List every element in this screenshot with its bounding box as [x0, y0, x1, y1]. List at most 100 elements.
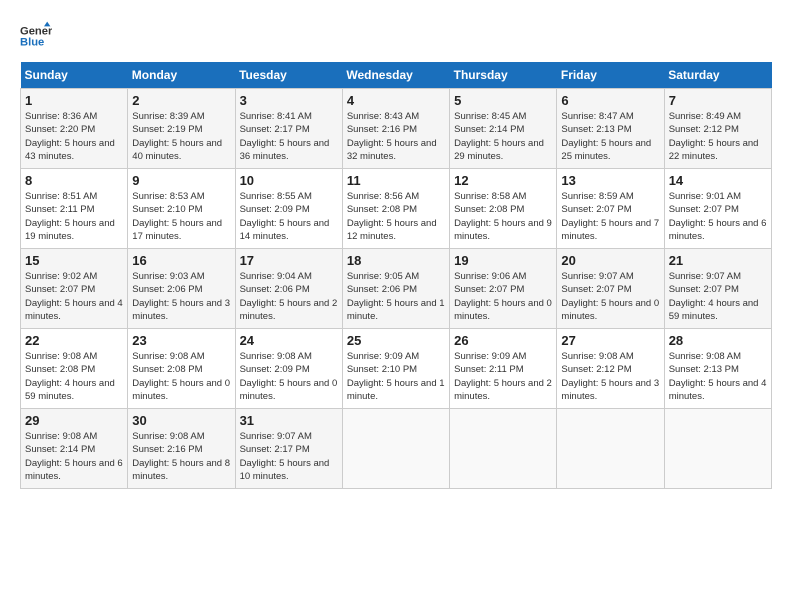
- day-info: Sunrise: 8:51 AM Sunset: 2:11 PM Dayligh…: [25, 190, 123, 243]
- day-info: Sunrise: 9:04 AM Sunset: 2:06 PM Dayligh…: [240, 270, 338, 323]
- day-info: Sunrise: 8:53 AM Sunset: 2:10 PM Dayligh…: [132, 190, 230, 243]
- day-info: Sunrise: 9:09 AM Sunset: 2:11 PM Dayligh…: [454, 350, 552, 403]
- day-number: 13: [561, 173, 659, 188]
- day-number: 31: [240, 413, 338, 428]
- day-info: Sunrise: 8:55 AM Sunset: 2:09 PM Dayligh…: [240, 190, 338, 243]
- day-number: 1: [25, 93, 123, 108]
- calendar-day: 4 Sunrise: 8:43 AM Sunset: 2:16 PM Dayli…: [342, 89, 449, 169]
- day-number: 5: [454, 93, 552, 108]
- day-info: Sunrise: 9:01 AM Sunset: 2:07 PM Dayligh…: [669, 190, 767, 243]
- calendar-day: 11 Sunrise: 8:56 AM Sunset: 2:08 PM Dayl…: [342, 169, 449, 249]
- day-number: 3: [240, 93, 338, 108]
- calendar-week: 29 Sunrise: 9:08 AM Sunset: 2:14 PM Dayl…: [21, 409, 772, 489]
- day-info: Sunrise: 8:58 AM Sunset: 2:08 PM Dayligh…: [454, 190, 552, 243]
- calendar-week: 15 Sunrise: 9:02 AM Sunset: 2:07 PM Dayl…: [21, 249, 772, 329]
- calendar-day: 23 Sunrise: 9:08 AM Sunset: 2:08 PM Dayl…: [128, 329, 235, 409]
- page-header: General Blue: [20, 20, 772, 52]
- calendar-week: 8 Sunrise: 8:51 AM Sunset: 2:11 PM Dayli…: [21, 169, 772, 249]
- day-number: 26: [454, 333, 552, 348]
- day-info: Sunrise: 8:45 AM Sunset: 2:14 PM Dayligh…: [454, 110, 552, 163]
- col-saturday: Saturday: [664, 62, 771, 89]
- day-info: Sunrise: 8:43 AM Sunset: 2:16 PM Dayligh…: [347, 110, 445, 163]
- day-number: 7: [669, 93, 767, 108]
- day-info: Sunrise: 8:39 AM Sunset: 2:19 PM Dayligh…: [132, 110, 230, 163]
- calendar-day: 9 Sunrise: 8:53 AM Sunset: 2:10 PM Dayli…: [128, 169, 235, 249]
- day-number: 11: [347, 173, 445, 188]
- day-number: 28: [669, 333, 767, 348]
- day-info: Sunrise: 9:08 AM Sunset: 2:13 PM Dayligh…: [669, 350, 767, 403]
- empty-cell: [342, 409, 449, 489]
- calendar-day: 7 Sunrise: 8:49 AM Sunset: 2:12 PM Dayli…: [664, 89, 771, 169]
- calendar-day: 1 Sunrise: 8:36 AM Sunset: 2:20 PM Dayli…: [21, 89, 128, 169]
- calendar-table: Sunday Monday Tuesday Wednesday Thursday…: [20, 62, 772, 489]
- calendar-day: 8 Sunrise: 8:51 AM Sunset: 2:11 PM Dayli…: [21, 169, 128, 249]
- calendar-day: 22 Sunrise: 9:08 AM Sunset: 2:08 PM Dayl…: [21, 329, 128, 409]
- calendar-day: 6 Sunrise: 8:47 AM Sunset: 2:13 PM Dayli…: [557, 89, 664, 169]
- day-number: 20: [561, 253, 659, 268]
- day-info: Sunrise: 8:36 AM Sunset: 2:20 PM Dayligh…: [25, 110, 123, 163]
- day-number: 17: [240, 253, 338, 268]
- calendar-day: 25 Sunrise: 9:09 AM Sunset: 2:10 PM Dayl…: [342, 329, 449, 409]
- day-info: Sunrise: 9:07 AM Sunset: 2:17 PM Dayligh…: [240, 430, 338, 483]
- col-tuesday: Tuesday: [235, 62, 342, 89]
- calendar-day: 3 Sunrise: 8:41 AM Sunset: 2:17 PM Dayli…: [235, 89, 342, 169]
- day-info: Sunrise: 8:59 AM Sunset: 2:07 PM Dayligh…: [561, 190, 659, 243]
- calendar-day: 31 Sunrise: 9:07 AM Sunset: 2:17 PM Dayl…: [235, 409, 342, 489]
- day-number: 21: [669, 253, 767, 268]
- calendar-header-row: Sunday Monday Tuesday Wednesday Thursday…: [21, 62, 772, 89]
- empty-cell: [557, 409, 664, 489]
- empty-cell: [664, 409, 771, 489]
- col-monday: Monday: [128, 62, 235, 89]
- calendar-day: 18 Sunrise: 9:05 AM Sunset: 2:06 PM Dayl…: [342, 249, 449, 329]
- col-thursday: Thursday: [450, 62, 557, 89]
- calendar-day: 5 Sunrise: 8:45 AM Sunset: 2:14 PM Dayli…: [450, 89, 557, 169]
- day-info: Sunrise: 9:08 AM Sunset: 2:12 PM Dayligh…: [561, 350, 659, 403]
- calendar-day: 10 Sunrise: 8:55 AM Sunset: 2:09 PM Dayl…: [235, 169, 342, 249]
- col-wednesday: Wednesday: [342, 62, 449, 89]
- day-number: 30: [132, 413, 230, 428]
- calendar-day: 12 Sunrise: 8:58 AM Sunset: 2:08 PM Dayl…: [450, 169, 557, 249]
- day-info: Sunrise: 9:07 AM Sunset: 2:07 PM Dayligh…: [669, 270, 767, 323]
- day-number: 19: [454, 253, 552, 268]
- day-number: 12: [454, 173, 552, 188]
- day-info: Sunrise: 9:05 AM Sunset: 2:06 PM Dayligh…: [347, 270, 445, 323]
- calendar-day: 2 Sunrise: 8:39 AM Sunset: 2:19 PM Dayli…: [128, 89, 235, 169]
- calendar-day: 27 Sunrise: 9:08 AM Sunset: 2:12 PM Dayl…: [557, 329, 664, 409]
- calendar-day: 21 Sunrise: 9:07 AM Sunset: 2:07 PM Dayl…: [664, 249, 771, 329]
- col-sunday: Sunday: [21, 62, 128, 89]
- calendar-day: 28 Sunrise: 9:08 AM Sunset: 2:13 PM Dayl…: [664, 329, 771, 409]
- day-info: Sunrise: 9:06 AM Sunset: 2:07 PM Dayligh…: [454, 270, 552, 323]
- day-number: 4: [347, 93, 445, 108]
- logo: General Blue: [20, 20, 56, 52]
- calendar-day: 29 Sunrise: 9:08 AM Sunset: 2:14 PM Dayl…: [21, 409, 128, 489]
- calendar-day: 16 Sunrise: 9:03 AM Sunset: 2:06 PM Dayl…: [128, 249, 235, 329]
- day-info: Sunrise: 9:07 AM Sunset: 2:07 PM Dayligh…: [561, 270, 659, 323]
- col-friday: Friday: [557, 62, 664, 89]
- day-info: Sunrise: 9:08 AM Sunset: 2:14 PM Dayligh…: [25, 430, 123, 483]
- day-number: 23: [132, 333, 230, 348]
- day-info: Sunrise: 9:08 AM Sunset: 2:08 PM Dayligh…: [132, 350, 230, 403]
- svg-text:General: General: [20, 25, 52, 37]
- day-number: 14: [669, 173, 767, 188]
- day-number: 18: [347, 253, 445, 268]
- day-info: Sunrise: 9:02 AM Sunset: 2:07 PM Dayligh…: [25, 270, 123, 323]
- day-number: 24: [240, 333, 338, 348]
- day-info: Sunrise: 9:08 AM Sunset: 2:09 PM Dayligh…: [240, 350, 338, 403]
- calendar-day: 17 Sunrise: 9:04 AM Sunset: 2:06 PM Dayl…: [235, 249, 342, 329]
- day-number: 9: [132, 173, 230, 188]
- day-info: Sunrise: 9:03 AM Sunset: 2:06 PM Dayligh…: [132, 270, 230, 323]
- day-number: 29: [25, 413, 123, 428]
- calendar-day: 24 Sunrise: 9:08 AM Sunset: 2:09 PM Dayl…: [235, 329, 342, 409]
- day-number: 16: [132, 253, 230, 268]
- day-number: 2: [132, 93, 230, 108]
- day-number: 8: [25, 173, 123, 188]
- calendar-day: 13 Sunrise: 8:59 AM Sunset: 2:07 PM Dayl…: [557, 169, 664, 249]
- calendar-week: 1 Sunrise: 8:36 AM Sunset: 2:20 PM Dayli…: [21, 89, 772, 169]
- calendar-week: 22 Sunrise: 9:08 AM Sunset: 2:08 PM Dayl…: [21, 329, 772, 409]
- calendar-day: 15 Sunrise: 9:02 AM Sunset: 2:07 PM Dayl…: [21, 249, 128, 329]
- day-number: 10: [240, 173, 338, 188]
- day-number: 25: [347, 333, 445, 348]
- day-number: 6: [561, 93, 659, 108]
- calendar-day: 14 Sunrise: 9:01 AM Sunset: 2:07 PM Dayl…: [664, 169, 771, 249]
- day-info: Sunrise: 9:08 AM Sunset: 2:16 PM Dayligh…: [132, 430, 230, 483]
